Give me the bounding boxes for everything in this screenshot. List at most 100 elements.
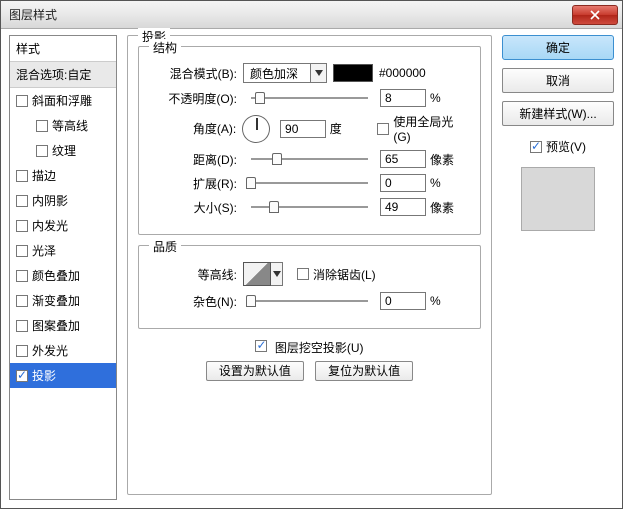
close-icon: [590, 10, 600, 20]
styles-item-checkbox[interactable]: [16, 345, 28, 357]
default-buttons-row: 设置为默认值 复位为默认值: [138, 362, 481, 379]
styles-item[interactable]: 投影: [10, 363, 116, 388]
opacity-input[interactable]: 8: [380, 89, 426, 107]
structure-fieldset: 结构 混合模式(B): 颜色加深 #000000 不透明度(O): 8: [138, 46, 481, 235]
client-area: 样式 混合选项:自定 斜面和浮雕等高线纹理描边内阴影内发光光泽颜色叠加渐变叠加图…: [9, 35, 614, 500]
styles-header[interactable]: 样式: [10, 36, 116, 61]
noise-row: 杂色(N): 0 %: [149, 292, 470, 310]
styles-item-label: 纹理: [52, 142, 76, 159]
blending-options-row[interactable]: 混合选项:自定: [10, 61, 116, 88]
styles-item-label: 描边: [32, 167, 56, 184]
styles-item[interactable]: 等高线: [10, 113, 116, 138]
antialias-checkbox[interactable]: [297, 268, 309, 280]
distance-slider[interactable]: [251, 158, 368, 160]
styles-item-label: 等高线: [52, 117, 88, 134]
ok-button[interactable]: 确定: [502, 35, 614, 60]
styles-item-label: 内发光: [32, 217, 68, 234]
size-input[interactable]: 49: [380, 198, 426, 216]
cancel-button[interactable]: 取消: [502, 68, 614, 93]
styles-item[interactable]: 内发光: [10, 213, 116, 238]
opacity-row: 不透明度(O): 8 %: [149, 89, 470, 107]
styles-item[interactable]: 光泽: [10, 238, 116, 263]
styles-item[interactable]: 描边: [10, 163, 116, 188]
spread-input[interactable]: 0: [380, 174, 426, 192]
blend-mode-row: 混合模式(B): 颜色加深 #000000: [149, 63, 470, 83]
opacity-label: 不透明度(O):: [149, 90, 243, 107]
styles-item-label: 渐变叠加: [32, 292, 80, 309]
spread-label: 扩展(R):: [149, 175, 243, 192]
styles-item-label: 颜色叠加: [32, 267, 80, 284]
styles-item-checkbox[interactable]: [16, 170, 28, 182]
make-default-button[interactable]: 设置为默认值: [206, 361, 304, 381]
styles-item-checkbox[interactable]: [16, 245, 28, 257]
color-hex: #000000: [379, 66, 426, 80]
preview-row: 预览(V): [502, 138, 614, 155]
styles-item-checkbox[interactable]: [16, 270, 28, 282]
styles-item-checkbox[interactable]: [36, 120, 48, 132]
knockout-label: 图层挖空投影(U): [275, 341, 364, 355]
distance-label: 距离(D):: [149, 151, 243, 168]
size-unit: 像素: [430, 199, 470, 216]
angle-label: 角度(A):: [149, 120, 242, 137]
styles-item-checkbox[interactable]: [16, 295, 28, 307]
noise-slider[interactable]: [251, 300, 368, 302]
styles-item[interactable]: 纹理: [10, 138, 116, 163]
styles-item-checkbox[interactable]: [36, 145, 48, 157]
color-swatch[interactable]: [333, 64, 373, 82]
angle-dial[interactable]: [242, 115, 270, 143]
styles-item-checkbox[interactable]: [16, 95, 28, 107]
size-slider[interactable]: [251, 206, 368, 208]
structure-legend: 结构: [149, 39, 181, 56]
noise-input[interactable]: 0: [380, 292, 426, 310]
blend-mode-label: 混合模式(B):: [149, 65, 243, 82]
global-light-label: 使用全局光(G): [393, 113, 470, 144]
styles-item-label: 外发光: [32, 342, 68, 359]
styles-item[interactable]: 图案叠加: [10, 313, 116, 338]
noise-label: 杂色(N):: [149, 293, 243, 310]
spread-slider[interactable]: [251, 182, 368, 184]
antialias-label: 消除锯齿(L): [313, 266, 376, 283]
styles-item-label: 斜面和浮雕: [32, 92, 92, 109]
contour-label: 等高线:: [149, 266, 243, 283]
styles-item-label: 内阴影: [32, 192, 68, 209]
distance-row: 距离(D): 65 像素: [149, 150, 470, 168]
contour-picker[interactable]: [243, 262, 271, 286]
reset-default-button[interactable]: 复位为默认值: [315, 361, 413, 381]
blend-mode-select[interactable]: 颜色加深: [243, 63, 327, 83]
knockout-checkbox[interactable]: [255, 340, 267, 352]
new-style-button[interactable]: 新建样式(W)...: [502, 101, 614, 126]
spread-unit: %: [430, 176, 470, 190]
styles-item-checkbox[interactable]: [16, 370, 28, 382]
quality-legend: 品质: [149, 238, 181, 255]
distance-input[interactable]: 65: [380, 150, 426, 168]
opacity-slider[interactable]: [251, 97, 368, 99]
right-column: 确定 取消 新建样式(W)... 预览(V): [502, 35, 614, 500]
styles-list: 样式 混合选项:自定 斜面和浮雕等高线纹理描边内阴影内发光光泽颜色叠加渐变叠加图…: [9, 35, 117, 500]
layer-style-dialog: 图层样式 样式 混合选项:自定 斜面和浮雕等高线纹理描边内阴影内发光光泽颜色叠加…: [0, 0, 623, 509]
styles-item-label: 图案叠加: [32, 317, 80, 334]
styles-item-checkbox[interactable]: [16, 195, 28, 207]
styles-item[interactable]: 外发光: [10, 338, 116, 363]
angle-row: 角度(A): 90 度 使用全局光(G): [149, 113, 470, 144]
angle-input[interactable]: 90: [280, 120, 326, 138]
preview-checkbox[interactable]: [530, 141, 542, 153]
chevron-down-icon[interactable]: [271, 262, 283, 286]
preview-label: 预览(V): [546, 138, 586, 155]
angle-unit: 度: [330, 120, 370, 137]
size-row: 大小(S): 49 像素: [149, 198, 470, 216]
spread-row: 扩展(R): 0 %: [149, 174, 470, 192]
styles-item-checkbox[interactable]: [16, 320, 28, 332]
close-button[interactable]: [572, 5, 618, 25]
styles-item[interactable]: 颜色叠加: [10, 263, 116, 288]
size-label: 大小(S):: [149, 199, 243, 216]
blend-mode-value: 颜色加深: [244, 65, 310, 82]
styles-item[interactable]: 内阴影: [10, 188, 116, 213]
styles-item-label: 投影: [32, 367, 56, 384]
styles-item[interactable]: 渐变叠加: [10, 288, 116, 313]
global-light-checkbox[interactable]: [377, 123, 389, 135]
knockout-row: 图层挖空投影(U): [138, 339, 481, 356]
styles-item[interactable]: 斜面和浮雕: [10, 88, 116, 113]
styles-item-checkbox[interactable]: [16, 220, 28, 232]
window-title: 图层样式: [9, 6, 57, 23]
preview-box: [521, 167, 595, 231]
